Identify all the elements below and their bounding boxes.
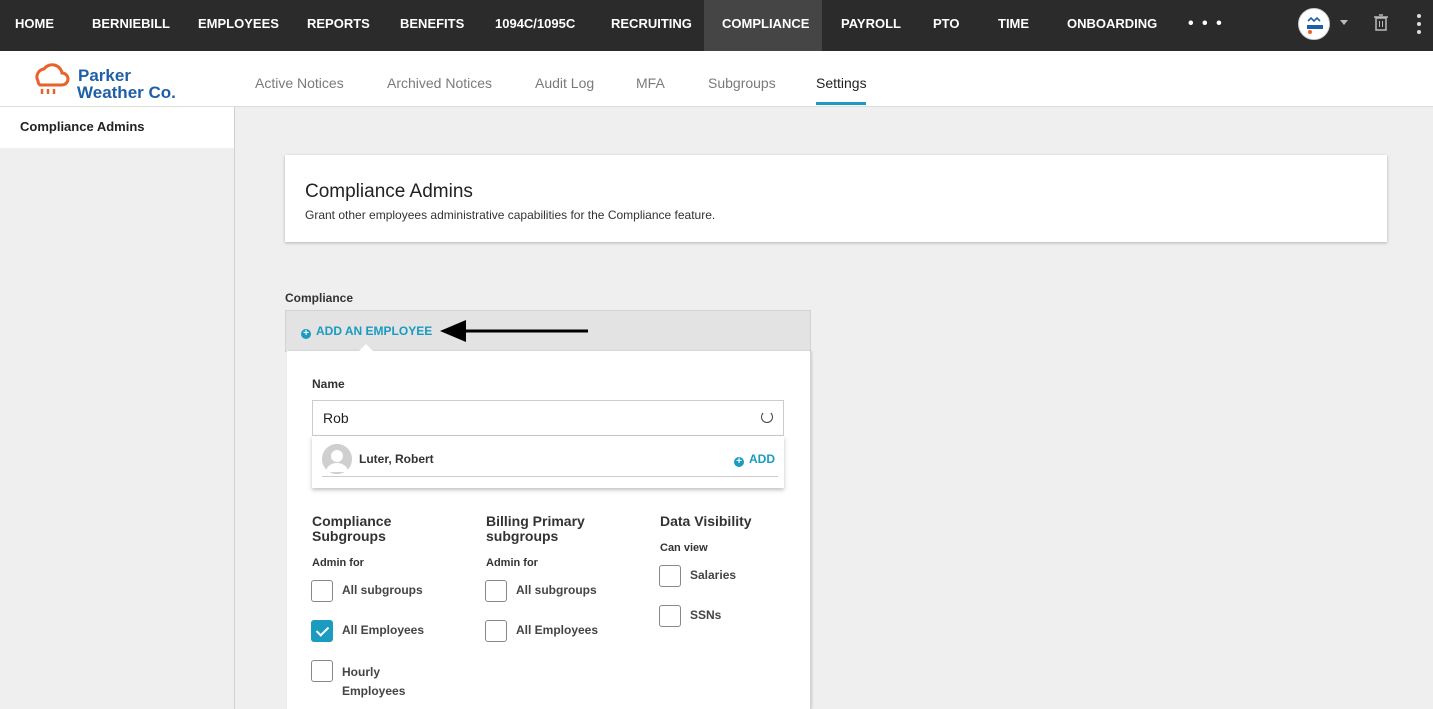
more-menu-icon[interactable]: • • •	[1188, 15, 1224, 33]
ssns-label: SSNs	[690, 608, 722, 622]
panel-notch	[358, 344, 374, 352]
tab-settings[interactable]: Settings	[816, 75, 867, 91]
compliance-all-employees-checkbox[interactable]	[311, 620, 333, 642]
nav-benefits[interactable]: BENEFITS	[400, 0, 464, 51]
nav-berniebill[interactable]: BERNIEBILL	[92, 0, 170, 51]
plus-circle-icon: +	[301, 329, 311, 339]
ssns-checkbox[interactable]	[659, 605, 681, 627]
billing-subgroups-heading: Billing Primary subgroups	[486, 513, 585, 544]
company-logo[interactable]: Parker Weather Co.	[30, 56, 205, 102]
sidebar-item-compliance-admins[interactable]: Compliance Admins	[0, 107, 234, 148]
add-employee-button[interactable]: + ADD AN EMPLOYEE	[301, 324, 432, 339]
nav-reports[interactable]: REPORTS	[307, 0, 370, 51]
page-description: Grant other employees administrative cap…	[305, 208, 716, 222]
nav-1094c-1095c[interactable]: 1094C/1095C	[495, 0, 575, 51]
billing-all-subgroups-label: All subgroups	[516, 583, 597, 597]
search-results-dropdown: Luter, Robert + ADD	[312, 436, 784, 488]
loading-spinner-icon	[761, 411, 773, 423]
add-result-button[interactable]: + ADD	[734, 452, 775, 467]
billing-all-employees-checkbox[interactable]	[485, 620, 507, 642]
compliance-all-employees-label: All Employees	[342, 623, 425, 637]
chevron-down-icon[interactable]	[1340, 20, 1348, 25]
nav-payroll[interactable]: PAYROLL	[841, 0, 901, 51]
salaries-checkbox[interactable]	[659, 565, 681, 587]
compliance-hourly-employees-label: Hourly Employees	[342, 665, 406, 698]
header-card: Compliance Admins Grant other employees …	[285, 155, 1387, 242]
active-tab-indicator	[816, 102, 866, 105]
nav-onboarding[interactable]: ONBOARDING	[1067, 0, 1157, 51]
result-name[interactable]: Luter, Robert	[359, 452, 434, 466]
can-view-label: Can view	[660, 542, 708, 554]
billing-admin-for-label: Admin for	[486, 557, 538, 569]
cloud-logo-icon	[35, 63, 70, 94]
compliance-all-subgroups-label: All subgroups	[342, 583, 423, 597]
nav-compliance[interactable]: COMPLIANCE	[704, 0, 822, 51]
brand-line-2: Weather Co.	[77, 83, 176, 102]
top-nav: HOME BERNIEBILL EMPLOYEES REPORTS BENEFI…	[0, 0, 1433, 51]
add-result-label: ADD	[749, 452, 775, 466]
compliance-all-subgroups-checkbox[interactable]	[311, 580, 333, 602]
tab-mfa[interactable]: MFA	[636, 75, 665, 91]
billing-all-subgroups-checkbox[interactable]	[485, 580, 507, 602]
nav-employees[interactable]: EMPLOYEES	[198, 0, 279, 51]
billing-all-employees-label: All Employees	[516, 623, 599, 637]
nav-recruiting[interactable]: RECRUITING	[611, 0, 692, 51]
kebab-menu-icon[interactable]	[1417, 14, 1423, 34]
user-avatar[interactable]	[1298, 8, 1330, 40]
nav-time[interactable]: TIME	[998, 0, 1029, 51]
person-avatar	[322, 444, 352, 474]
name-search-input[interactable]	[312, 400, 784, 436]
section-label: Compliance	[285, 291, 354, 305]
name-label: Name	[312, 377, 345, 391]
nav-home[interactable]: HOME	[15, 0, 54, 51]
compliance-admin-for-label: Admin for	[312, 557, 364, 569]
salaries-label: Salaries	[690, 568, 737, 582]
tab-archived-notices[interactable]: Archived Notices	[387, 75, 492, 91]
nav-pto[interactable]: PTO	[933, 0, 960, 51]
compliance-hourly-employees-checkbox[interactable]	[311, 660, 333, 682]
trash-icon[interactable]	[1373, 14, 1389, 37]
add-employee-label: ADD AN EMPLOYEE	[316, 324, 433, 338]
tab-active-notices[interactable]: Active Notices	[255, 75, 344, 91]
plus-circle-icon: +	[734, 457, 744, 467]
brand-name: Parker Weather Co.	[77, 67, 176, 102]
page-title: Compliance Admins	[305, 181, 473, 202]
result-divider	[322, 476, 778, 477]
sidebar: Compliance Admins	[0, 107, 235, 709]
tab-subgroups[interactable]: Subgroups	[708, 75, 776, 91]
tab-audit-log[interactable]: Audit Log	[535, 75, 594, 91]
data-visibility-heading: Data Visibility	[660, 513, 752, 529]
sub-nav: Parker Weather Co. Active Notices Archiv…	[0, 51, 1433, 107]
compliance-subgroups-heading: Compliance Subgroups	[312, 513, 392, 544]
arrow-left-icon	[440, 320, 588, 342]
